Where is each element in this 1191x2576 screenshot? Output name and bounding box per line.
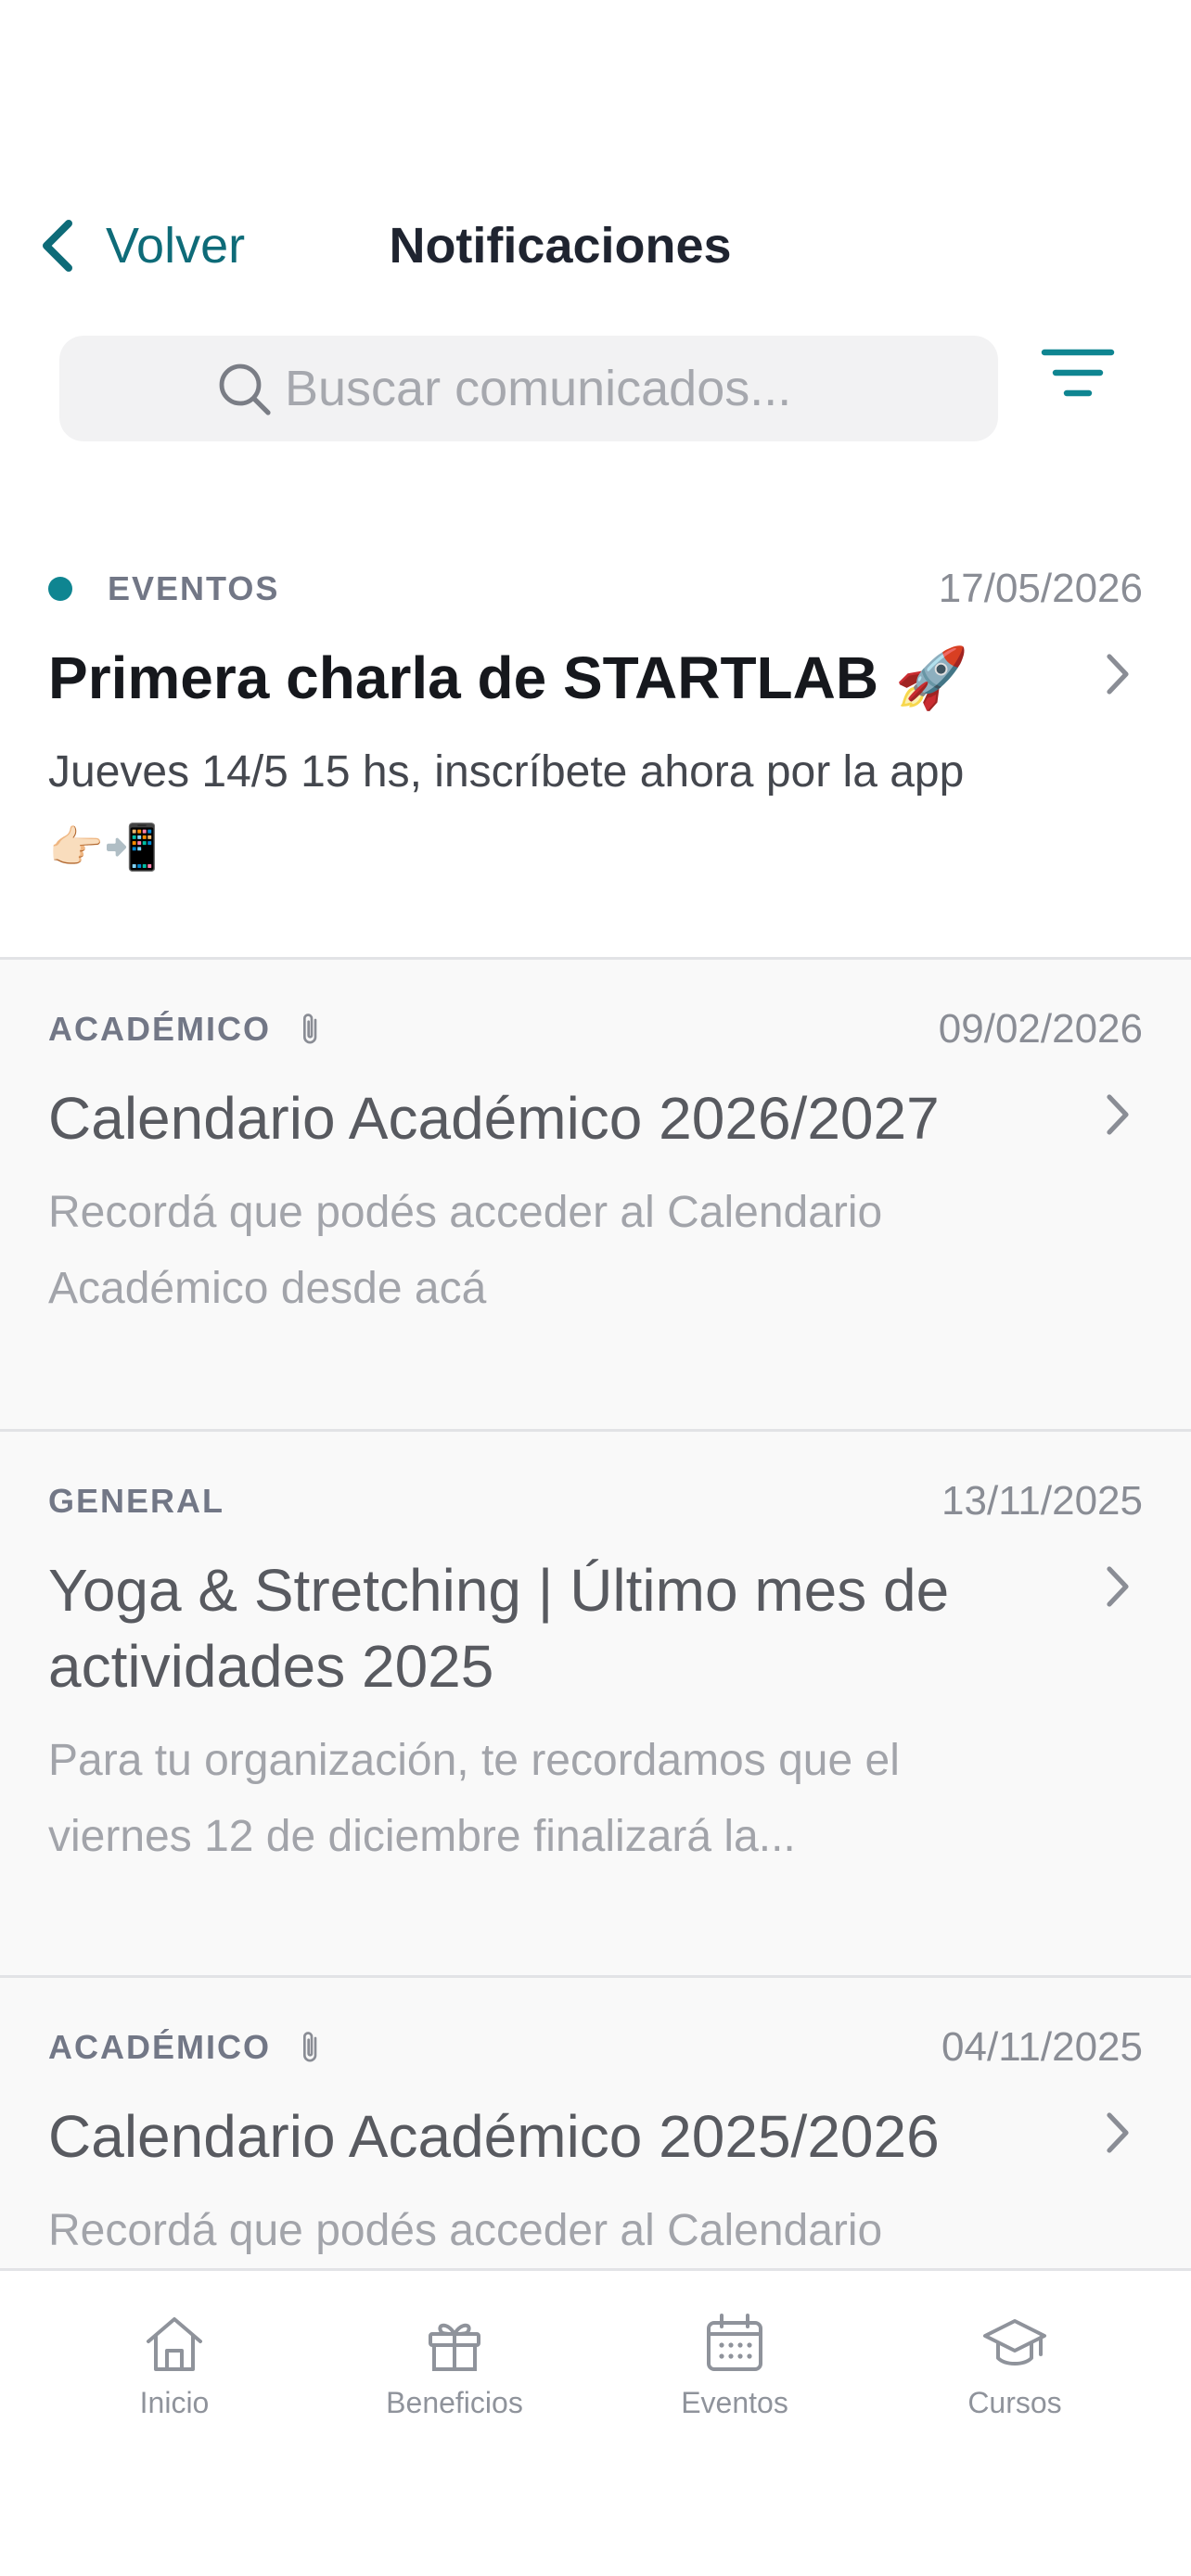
search-input[interactable]	[285, 360, 841, 417]
notification-body: Jueves 14/5 15 hs, inscríbete ahora por …	[48, 747, 965, 873]
notification-title: Yoga & Stretching | Último mes de activi…	[48, 1557, 950, 1700]
notification-list: EVENTOS 17/05/2026 Primera charla de STA…	[0, 519, 1191, 2450]
notification-body: Recordá que podés acceder al Calendario …	[48, 1188, 883, 1313]
nav-label: Beneficios	[386, 2386, 523, 2419]
chevron-right-icon	[1107, 2112, 1129, 2153]
notifications-screen: Volver Notificaciones EVENTOS 17/05/2026…	[0, 0, 1191, 2576]
notification-title: Primera charla de STARTLAB 🚀	[48, 644, 969, 711]
paperclip-icon	[303, 1014, 317, 1044]
chevron-right-icon	[1107, 1094, 1129, 1135]
notification-category: GENERAL	[48, 1482, 225, 1520]
nav-label: Cursos	[967, 2386, 1062, 2419]
nav-label: Inicio	[139, 2386, 210, 2419]
search-icon	[219, 363, 271, 415]
unread-dot-icon	[48, 577, 72, 601]
chevron-right-icon	[1107, 1566, 1129, 1607]
calendar-icon	[707, 2314, 762, 2371]
page-title-container: Notificaciones	[0, 213, 1191, 278]
nav-item-cursos[interactable]: Cursos	[876, 2310, 1154, 2420]
chevron-right-icon	[1107, 654, 1129, 695]
notification-date: 04/11/2025	[941, 2024, 1143, 2070]
notification-item[interactable]: GENERAL 13/11/2025 Yoga & Stretching | Ú…	[0, 1432, 1191, 1978]
nav-label: Eventos	[681, 2386, 788, 2419]
notification-category: EVENTOS	[108, 569, 280, 607]
nav-item-eventos[interactable]: Eventos	[596, 2310, 874, 2420]
gift-icon	[429, 2323, 480, 2371]
paperclip-icon	[303, 2032, 317, 2062]
nav-item-beneficios[interactable]: Beneficios	[315, 2310, 594, 2420]
notification-date: 17/05/2026	[938, 566, 1143, 611]
page-title: Notificaciones	[389, 218, 732, 274]
notification-category: ACADÉMICO	[48, 2028, 271, 2066]
notification-title: Calendario Académico 2026/2027	[48, 1085, 940, 1152]
filter-icon[interactable]	[1041, 345, 1115, 401]
notification-item[interactable]: EVENTOS 17/05/2026 Primera charla de STA…	[0, 519, 1191, 960]
notification-title: Calendario Académico 2025/2026	[48, 2103, 940, 2170]
search-bar[interactable]	[59, 336, 998, 441]
nav-item-inicio[interactable]: Inicio	[35, 2310, 314, 2420]
graduation-cap-icon	[983, 2319, 1046, 2366]
notification-body: Recordá que podés acceder al Calendario	[48, 2206, 883, 2255]
home-icon	[147, 2317, 202, 2371]
notification-category: ACADÉMICO	[48, 1010, 271, 1048]
notification-body: Para tu organización, te recordamos que …	[48, 1736, 900, 1861]
header: Volver Notificaciones	[0, 185, 1191, 306]
notification-item[interactable]: ACADÉMICO 09/02/2026 Calendario Académic…	[0, 960, 1191, 1432]
bottom-nav: Inicio Beneficios Eventos Cursos	[0, 2268, 1191, 2576]
notification-date: 13/11/2025	[941, 1478, 1143, 1524]
notification-date: 09/02/2026	[938, 1006, 1143, 1052]
